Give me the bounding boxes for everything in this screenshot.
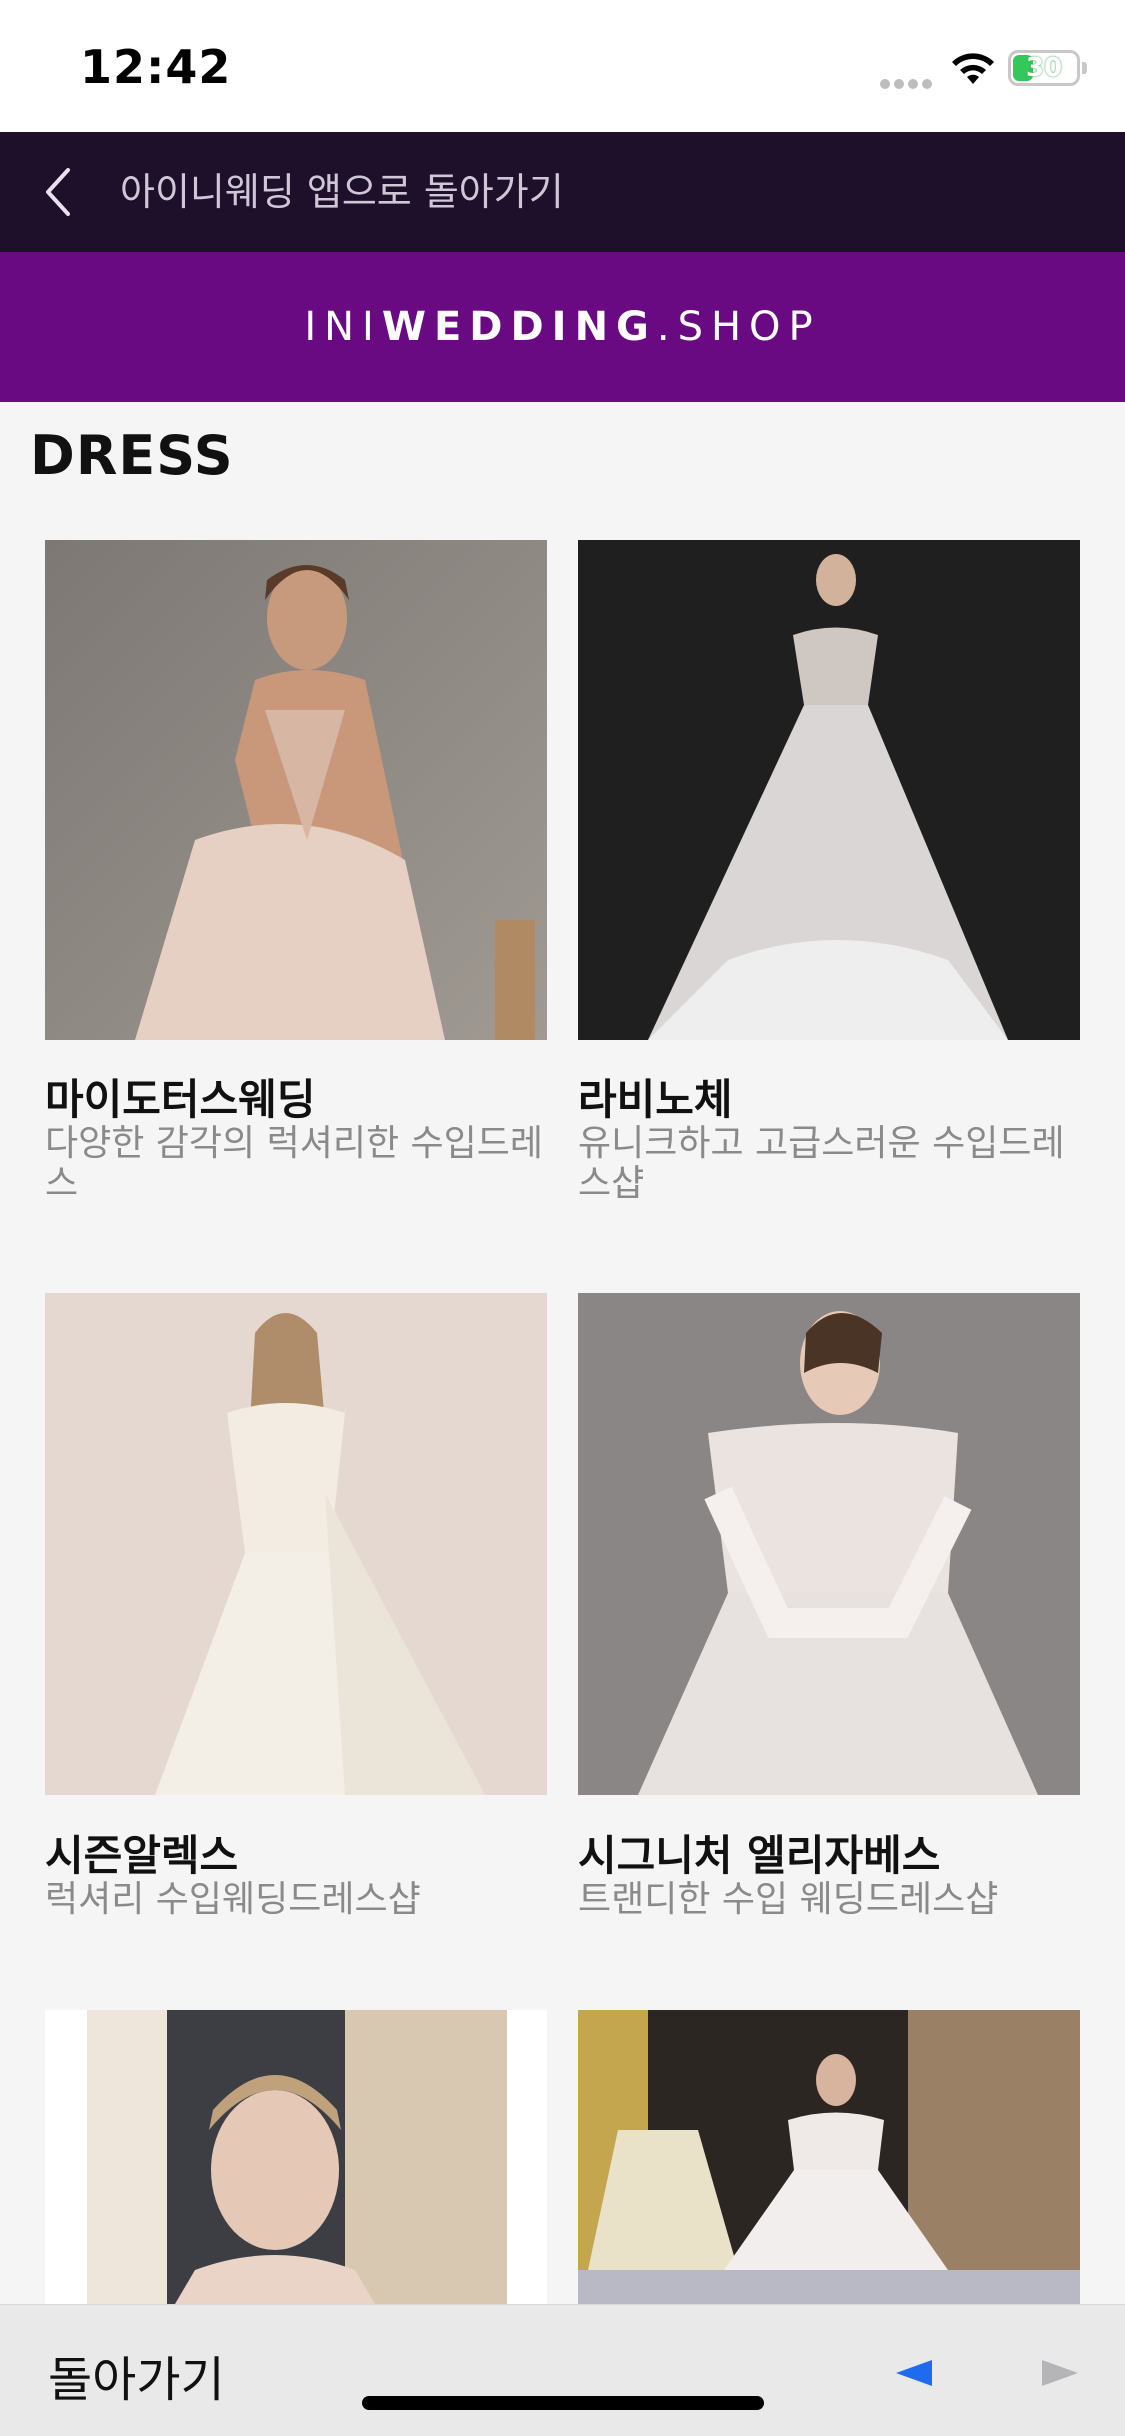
card-title[interactable]: 마이도터스웨딩 [45,1066,315,1127]
battery-cap [1082,62,1087,74]
arrow-left-icon[interactable] [896,2360,932,2386]
card-title[interactable]: 시즌알렉스 [45,1822,238,1883]
status-time: 12:42 [80,40,232,94]
back-button[interactable]: 돌아가기 [48,2340,225,2410]
arrow-right-icon[interactable] [1042,2360,1078,2386]
card-description: 유니크하고 고급스러운 수입드레스샵 [578,1123,1065,1204]
chevron-left-icon[interactable] [40,162,76,222]
dress-photo[interactable] [578,1293,1080,1795]
dress-photo[interactable] [45,2010,547,2304]
brand-logo-part3: .SHOP [656,304,821,350]
dress-photo[interactable] [578,540,1080,1040]
card-description: 트랜디한 수입 웨딩드레스샵 [578,1879,999,1920]
section-title: DRESS [30,424,234,487]
dress-photo[interactable] [578,2010,1080,2304]
brand-logo-part1: INI [304,304,382,350]
card-description: 다양한 감각의 럭셔리한 수입드레스 [45,1123,544,1204]
brand-logo-part2: WEDDING [381,304,657,350]
cellular-signal-icon [880,74,936,89]
dress-photo[interactable] [45,1293,547,1795]
wifi-icon [952,53,994,84]
card-description: 럭셔리 수입웨딩드레스샵 [45,1879,421,1920]
battery-icon: 30 [1008,50,1080,86]
card-title[interactable]: 라비노체 [578,1066,733,1127]
battery-level: 30 [1025,53,1063,83]
home-indicator [362,2396,764,2410]
dress-photo[interactable] [45,540,547,1040]
card-title[interactable]: 시그니처 엘리자베스 [578,1822,940,1883]
back-to-app-link[interactable]: 아이니웨딩 앱으로 돌아가기 [120,132,564,252]
brand-logo[interactable]: INIWEDDING.SHOP [0,252,1125,402]
